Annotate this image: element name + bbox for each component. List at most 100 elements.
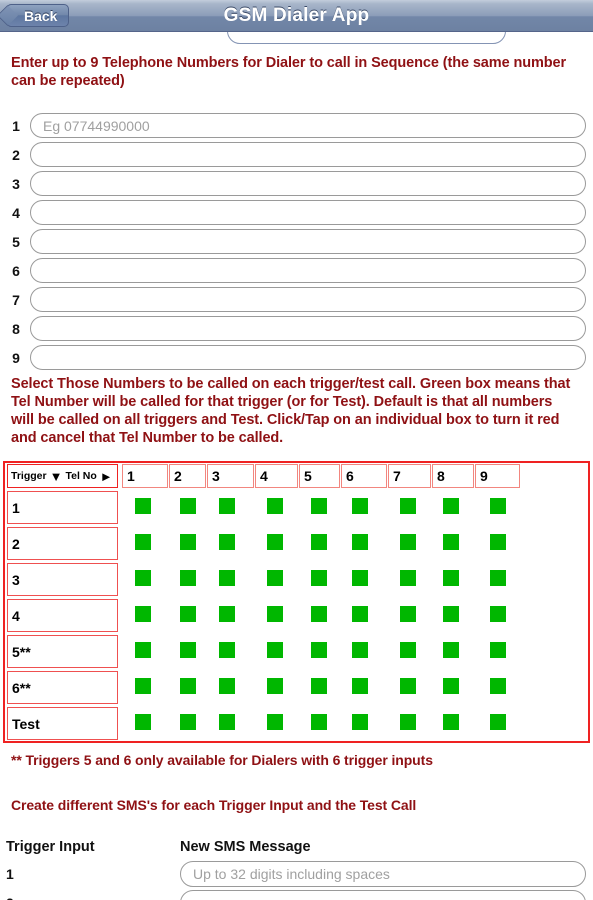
trigger-selection-grid: Trigger ▼ Tel No ► 123456789 1 2 3 4 5** 6** T…: [3, 461, 590, 743]
grid-cell-toggle[interactable]: [219, 714, 235, 730]
grid-cell-toggle[interactable]: [180, 570, 196, 586]
grid-cell-toggle[interactable]: [180, 498, 196, 514]
grid-row-header-6xx: 6**: [7, 671, 118, 704]
grid-cell-toggle[interactable]: [311, 498, 327, 514]
back-button[interactable]: Back: [0, 4, 70, 27]
sms-row-index: 2: [6, 890, 22, 900]
telephone-row-index: 3: [12, 176, 20, 192]
sms-message-input-2[interactable]: [180, 890, 586, 900]
grid-cell-toggle[interactable]: [352, 642, 368, 658]
grid-cell-toggle[interactable]: [219, 606, 235, 622]
telephone-input-5[interactable]: [30, 229, 586, 254]
telephone-row: 9: [0, 344, 593, 372]
grid-cell-toggle[interactable]: [443, 642, 459, 658]
grid-cell-toggle[interactable]: [443, 498, 459, 514]
grid-cell-toggle[interactable]: [267, 606, 283, 622]
grid-cell-toggle[interactable]: [443, 606, 459, 622]
telephone-row: 5: [0, 228, 593, 256]
telephone-input-2[interactable]: [30, 142, 586, 167]
grid-cell-toggle[interactable]: [490, 678, 506, 694]
grid-cell-toggle[interactable]: [267, 714, 283, 730]
grid-cell-toggle[interactable]: [267, 678, 283, 694]
telephone-input-7[interactable]: [30, 287, 586, 312]
grid-cell-toggle[interactable]: [311, 570, 327, 586]
grid-cell-toggle[interactable]: [311, 678, 327, 694]
grid-column-header-4: 4: [255, 464, 298, 488]
grid-cell-toggle[interactable]: [180, 642, 196, 658]
sms-message-input-1[interactable]: [180, 861, 586, 887]
grid-cell-toggle[interactable]: [311, 642, 327, 658]
grid-cell-toggle[interactable]: [180, 678, 196, 694]
grid-cell-toggle[interactable]: [180, 606, 196, 622]
telephone-row-index: 1: [12, 118, 20, 134]
grid-cell-toggle[interactable]: [400, 534, 416, 550]
grid-cell-toggle[interactable]: [400, 570, 416, 586]
grid-column-header-9: 9: [475, 464, 520, 488]
grid-row-header-1: 1: [7, 491, 118, 524]
grid-cell-toggle[interactable]: [352, 534, 368, 550]
grid-cell-toggle[interactable]: [267, 534, 283, 550]
grid-cell-toggle[interactable]: [490, 714, 506, 730]
grid-cell-toggle[interactable]: [135, 498, 151, 514]
telephone-input-4[interactable]: [30, 200, 586, 225]
grid-cell-toggle[interactable]: [352, 570, 368, 586]
grid-cell-toggle[interactable]: [219, 570, 235, 586]
grid-cell-toggle[interactable]: [267, 498, 283, 514]
grid-cell-toggle[interactable]: [443, 714, 459, 730]
grid-cell-toggle[interactable]: [311, 606, 327, 622]
telephone-row: 7: [0, 286, 593, 314]
telephone-input-1[interactable]: [30, 113, 586, 138]
grid-cell-toggle[interactable]: [135, 534, 151, 550]
sms-row-index: 1: [6, 866, 14, 882]
grid-cell-toggle[interactable]: [400, 606, 416, 622]
grid-cell-toggle[interactable]: [443, 534, 459, 550]
grid-cell-toggle[interactable]: [267, 570, 283, 586]
grid-cell-toggle[interactable]: [490, 534, 506, 550]
grid-cell-toggle[interactable]: [219, 678, 235, 694]
sms-header-new-message: New SMS Message: [180, 839, 311, 855]
grid-cell-toggle[interactable]: [135, 678, 151, 694]
grid-cell-toggle[interactable]: [443, 678, 459, 694]
chevron-right-icon: ►: [99, 468, 113, 484]
grid-cell-toggle[interactable]: [219, 498, 235, 514]
grid-row-header-Test: Test: [7, 707, 118, 740]
grid-cell-toggle[interactable]: [180, 714, 196, 730]
grid-cell-toggle[interactable]: [352, 606, 368, 622]
grid-cell-toggle[interactable]: [490, 606, 506, 622]
grid-cell-toggle[interactable]: [443, 570, 459, 586]
grid-row-header-3: 3: [7, 563, 118, 596]
grid-cell-toggle[interactable]: [311, 534, 327, 550]
grid-column-header-3: 3: [207, 464, 254, 488]
grid-cell-toggle[interactable]: [400, 642, 416, 658]
grid-cell-toggle[interactable]: [400, 678, 416, 694]
grid-row-header-5xx: 5**: [7, 635, 118, 668]
grid-cell-toggle[interactable]: [400, 498, 416, 514]
grid-cell-toggle[interactable]: [219, 534, 235, 550]
grid-cell-toggle[interactable]: [352, 498, 368, 514]
grid-column-header-1: 1: [122, 464, 168, 488]
grid-cell-toggle[interactable]: [352, 714, 368, 730]
grid-cell-toggle[interactable]: [180, 534, 196, 550]
grid-row-header-4: 4: [7, 599, 118, 632]
grid-cell-toggle[interactable]: [490, 498, 506, 514]
grid-cell-toggle[interactable]: [135, 642, 151, 658]
telephone-input-3[interactable]: [30, 171, 586, 196]
grid-column-header-8: 8: [432, 464, 474, 488]
grid-cell-toggle[interactable]: [219, 642, 235, 658]
grid-column-header-6: 6: [341, 464, 387, 488]
grid-cell-toggle[interactable]: [311, 714, 327, 730]
telephone-input-9[interactable]: [30, 345, 586, 370]
grid-cell-toggle[interactable]: [352, 678, 368, 694]
grid-cell-toggle[interactable]: [267, 642, 283, 658]
grid-cell-toggle[interactable]: [490, 642, 506, 658]
grid-cell-toggle[interactable]: [400, 714, 416, 730]
grid-cell-toggle[interactable]: [135, 714, 151, 730]
grid-column-header-2: 2: [169, 464, 206, 488]
sms-header-trigger-input: Trigger Input: [6, 839, 95, 855]
grid-cell-toggle[interactable]: [135, 570, 151, 586]
telephone-input-8[interactable]: [30, 316, 586, 341]
telephone-input-6[interactable]: [30, 258, 586, 283]
grid-cell-toggle[interactable]: [135, 606, 151, 622]
telephone-row: 2: [0, 141, 593, 169]
grid-cell-toggle[interactable]: [490, 570, 506, 586]
